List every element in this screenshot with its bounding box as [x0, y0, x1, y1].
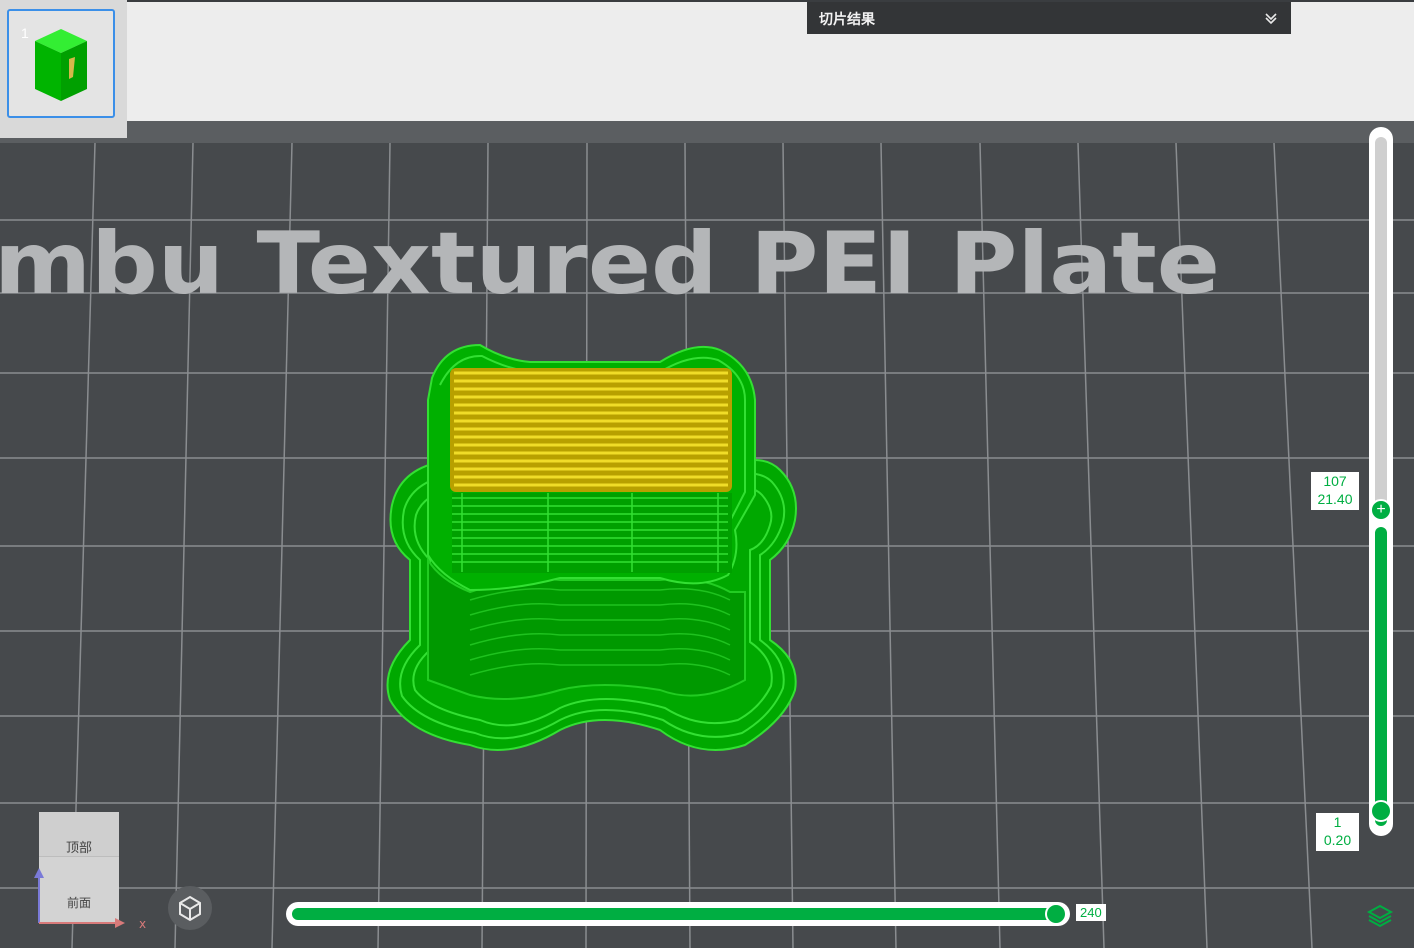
axis-x-label: x: [139, 917, 146, 931]
axis-indicator: x: [34, 868, 146, 931]
layer-slider-track[interactable]: [1369, 127, 1393, 836]
slice-result-title: 切片结果: [819, 12, 875, 28]
move-slider-fill: [292, 908, 1052, 920]
layer-slider-unselected: [1375, 137, 1387, 517]
layer-top-height: 21.40: [1317, 491, 1353, 507]
move-slider-thumb[interactable]: [1045, 903, 1067, 925]
layer-top-label: 107 21.40: [1311, 472, 1359, 510]
layer-slider-fill: [1375, 527, 1387, 826]
toolbar-shadow: [0, 121, 1414, 143]
layer-bottom-label: 1 0.20: [1316, 813, 1359, 851]
layer-top-number: 107: [1323, 473, 1347, 489]
layer-slider-bottom-thumb[interactable]: [1370, 800, 1392, 822]
plate-list: 1: [0, 0, 127, 138]
layers-icon[interactable]: [1366, 903, 1394, 929]
view-cube-icon: [179, 895, 201, 922]
viewport-3d[interactable]: mbu Textured PEI Plate: [0, 143, 1414, 948]
plate-thumbnail[interactable]: 1: [7, 9, 115, 118]
view-cube-top-label: 顶部: [65, 841, 92, 856]
bed-label: mbu Textured PEI Plate: [0, 214, 1220, 314]
view-cube-top-face[interactable]: 顶部: [39, 812, 119, 857]
move-slider-value: 240: [1076, 904, 1106, 921]
layer-bottom-height: 0.20: [1323, 832, 1352, 848]
reset-view-button[interactable]: [168, 886, 212, 930]
double-chevron-down-icon[interactable]: [1263, 10, 1279, 26]
slice-result-panel[interactable]: 切片结果: [807, 2, 1291, 34]
sliced-model: [386, 343, 797, 751]
layer-slider-top-thumb[interactable]: +: [1370, 499, 1392, 521]
move-slider-track[interactable]: [286, 902, 1070, 926]
plus-icon: +: [1376, 501, 1386, 518]
layer-bottom-number: 1: [1333, 814, 1342, 830]
plate-index-label: 1: [21, 25, 29, 41]
